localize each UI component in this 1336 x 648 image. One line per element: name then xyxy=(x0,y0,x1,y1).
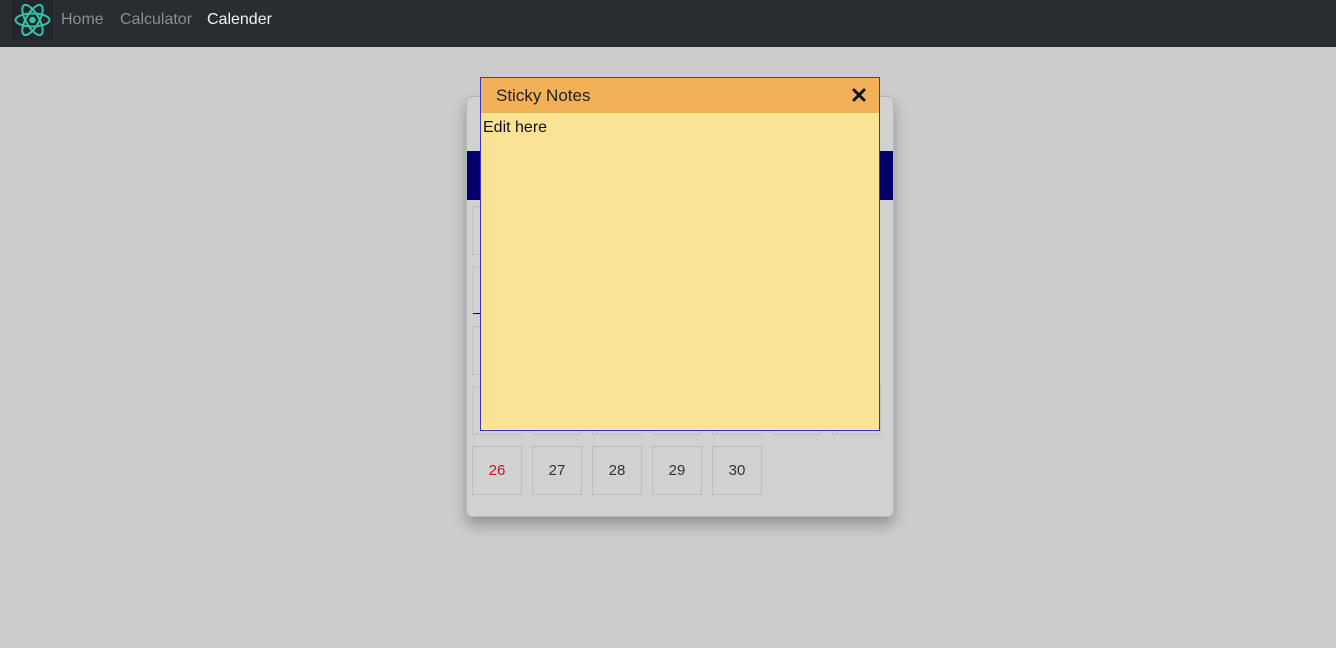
calendar-day-28[interactable]: 28 xyxy=(592,446,642,495)
calendar-day-26[interactable]: 26 xyxy=(472,446,522,495)
calendar-day-29[interactable]: 29 xyxy=(652,446,702,495)
calendar-day-27[interactable]: 27 xyxy=(532,446,582,495)
react-atom-icon[interactable] xyxy=(12,0,53,40)
top-navbar: Home Calculator Calender xyxy=(0,0,1336,47)
nav-link-home[interactable]: Home xyxy=(61,10,104,30)
calendar-day-30[interactable]: 30 xyxy=(712,446,762,495)
sticky-note-popup: Sticky Notes Edit here xyxy=(480,77,880,431)
sticky-note-title: Sticky Notes xyxy=(496,86,591,105)
sticky-note-header[interactable]: Sticky Notes xyxy=(481,78,879,113)
close-icon[interactable] xyxy=(851,87,867,103)
nav-link-calculator[interactable]: Calculator xyxy=(120,10,192,30)
nav-link-calender[interactable]: Calender xyxy=(207,10,272,30)
sticky-note-textarea[interactable]: Edit here xyxy=(483,118,873,418)
